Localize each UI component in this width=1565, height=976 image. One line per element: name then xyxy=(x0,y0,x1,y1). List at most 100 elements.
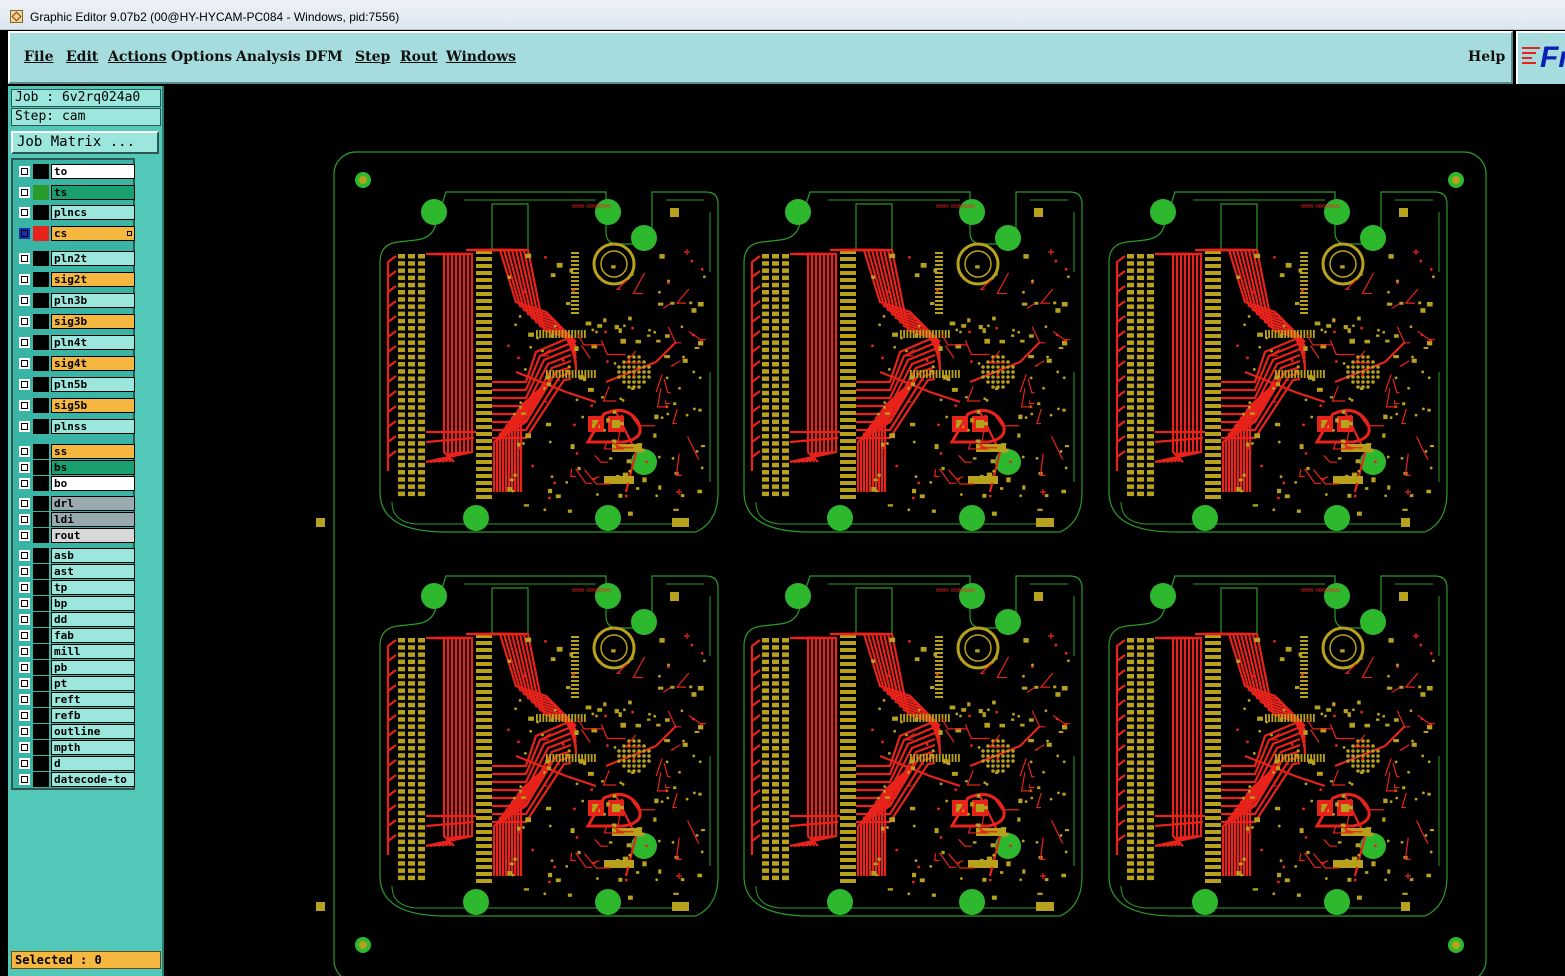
layer-name[interactable]: fab xyxy=(51,628,135,643)
graphic-canvas[interactable]: 0000-00000000 0000-00000000 0000-00000000 0… xyxy=(166,86,1565,976)
layer-checkbox[interactable] xyxy=(19,421,30,432)
layer-checkbox[interactable] xyxy=(19,598,30,609)
layer-name[interactable]: plnss xyxy=(51,419,135,434)
layer-checkbox[interactable] xyxy=(19,514,30,525)
layer-name[interactable]: tp xyxy=(51,580,135,595)
layer-checkbox[interactable] xyxy=(19,530,30,541)
menu-step[interactable]: Step xyxy=(355,49,390,65)
layer-color-swatch[interactable] xyxy=(33,644,49,659)
layer-name[interactable]: pb xyxy=(51,660,135,675)
layer-color-swatch[interactable] xyxy=(33,335,49,350)
layer-name[interactable]: pln3b xyxy=(51,293,135,308)
layer-row-pt[interactable]: pt xyxy=(17,676,135,691)
layer-name[interactable]: refb xyxy=(51,708,135,723)
layer-row-pln4t[interactable]: pln4t xyxy=(17,335,135,350)
layer-checkbox[interactable] xyxy=(19,498,30,509)
layer-row-asb[interactable]: asb xyxy=(17,548,135,563)
layer-name[interactable]: pln5b xyxy=(51,377,135,392)
layer-row-fab[interactable]: fab xyxy=(17,628,135,643)
layer-color-swatch[interactable] xyxy=(33,596,49,611)
layer-color-swatch[interactable] xyxy=(33,740,49,755)
layer-name[interactable]: pln2t xyxy=(51,251,135,266)
layer-row-to[interactable]: to xyxy=(17,164,135,179)
layer-row-pln5b[interactable]: pln5b xyxy=(17,377,135,392)
menu-actions[interactable]: Actions xyxy=(108,49,167,65)
layer-color-swatch[interactable] xyxy=(33,756,49,771)
layer-row-pln2t[interactable]: pln2t xyxy=(17,251,135,266)
layer-checkbox[interactable] xyxy=(19,253,30,264)
layer-row-refb[interactable]: refb xyxy=(17,708,135,723)
layer-name[interactable]: outline xyxy=(51,724,135,739)
menu-analysis[interactable]: Analysis xyxy=(236,49,301,65)
menu-dfm[interactable]: DFM xyxy=(305,49,343,65)
layer-name[interactable]: to xyxy=(51,164,135,179)
layer-row-d[interactable]: d xyxy=(17,756,135,771)
layer-row-plncs[interactable]: plncs xyxy=(17,205,135,220)
layer-row-sig5b[interactable]: sig5b xyxy=(17,398,135,413)
layer-row-ts[interactable]: ts xyxy=(17,185,135,200)
layer-name[interactable]: sig2t xyxy=(51,272,135,287)
layer-row-plnss[interactable]: plnss xyxy=(17,419,135,434)
layer-color-swatch[interactable] xyxy=(33,164,49,179)
layer-checkbox[interactable] xyxy=(19,166,30,177)
layer-color-swatch[interactable] xyxy=(33,612,49,627)
layer-row-ast[interactable]: ast xyxy=(17,564,135,579)
layer-name[interactable]: sig3b xyxy=(51,314,135,329)
layer-color-swatch[interactable] xyxy=(33,419,49,434)
layer-checkbox[interactable] xyxy=(19,207,30,218)
menu-rout[interactable]: Rout xyxy=(400,49,438,65)
menu-file[interactable]: File xyxy=(24,49,53,65)
layer-checkbox[interactable] xyxy=(19,462,30,473)
layer-checkbox[interactable] xyxy=(19,678,30,689)
layer-color-swatch[interactable] xyxy=(33,356,49,371)
layer-row-pb[interactable]: pb xyxy=(17,660,135,675)
layer-checkbox[interactable] xyxy=(19,295,30,306)
layer-checkbox[interactable] xyxy=(19,358,30,369)
layer-color-swatch[interactable] xyxy=(33,377,49,392)
layer-color-swatch[interactable] xyxy=(33,528,49,543)
layer-color-swatch[interactable] xyxy=(33,660,49,675)
layer-color-swatch[interactable] xyxy=(33,564,49,579)
layer-name[interactable]: ast xyxy=(51,564,135,579)
layer-name[interactable]: pln4t xyxy=(51,335,135,350)
menu-edit[interactable]: Edit xyxy=(66,49,98,65)
layer-checkbox[interactable] xyxy=(19,274,30,285)
layer-color-swatch[interactable] xyxy=(33,724,49,739)
job-matrix-button[interactable]: Job Matrix ... xyxy=(11,131,159,154)
layer-checkbox[interactable] xyxy=(19,228,30,239)
layer-row-bs[interactable]: bs xyxy=(17,460,135,475)
layer-checkbox[interactable] xyxy=(19,337,30,348)
layer-checkbox[interactable] xyxy=(19,550,30,561)
layer-checkbox[interactable] xyxy=(19,662,30,673)
layer-color-swatch[interactable] xyxy=(33,676,49,691)
layer-color-swatch[interactable] xyxy=(33,512,49,527)
layer-name[interactable]: datecode-to xyxy=(51,772,135,787)
pcb-panel-view[interactable]: 0000-00000000 0000-00000000 0000-000000000… xyxy=(166,86,1565,976)
layer-checkbox[interactable] xyxy=(19,630,30,641)
layer-color-swatch[interactable] xyxy=(33,398,49,413)
layer-name[interactable]: rout xyxy=(51,528,135,543)
layer-color-swatch[interactable] xyxy=(33,185,49,200)
layer-row-reft[interactable]: reft xyxy=(17,692,135,707)
layer-color-swatch[interactable] xyxy=(33,476,49,491)
layer-color-swatch[interactable] xyxy=(33,272,49,287)
layer-name[interactable]: bs xyxy=(51,460,135,475)
layer-row-bp[interactable]: bp xyxy=(17,596,135,611)
layer-color-swatch[interactable] xyxy=(33,580,49,595)
layer-color-swatch[interactable] xyxy=(33,226,49,241)
menu-help[interactable]: Help xyxy=(1468,49,1505,65)
layer-color-swatch[interactable] xyxy=(33,628,49,643)
layer-color-swatch[interactable] xyxy=(33,708,49,723)
layer-checkbox[interactable] xyxy=(19,478,30,489)
layer-name[interactable]: ldi xyxy=(51,512,135,527)
layer-name[interactable]: pt xyxy=(51,676,135,691)
layer-checkbox[interactable] xyxy=(19,774,30,785)
layer-checkbox[interactable] xyxy=(19,614,30,625)
layer-row-cs[interactable]: cs xyxy=(17,226,135,241)
layer-row-drl[interactable]: drl xyxy=(17,496,135,511)
layer-checkbox[interactable] xyxy=(19,742,30,753)
layer-checkbox[interactable] xyxy=(19,400,30,411)
layer-checkbox[interactable] xyxy=(19,726,30,737)
layer-color-swatch[interactable] xyxy=(33,251,49,266)
layer-name[interactable]: asb xyxy=(51,548,135,563)
